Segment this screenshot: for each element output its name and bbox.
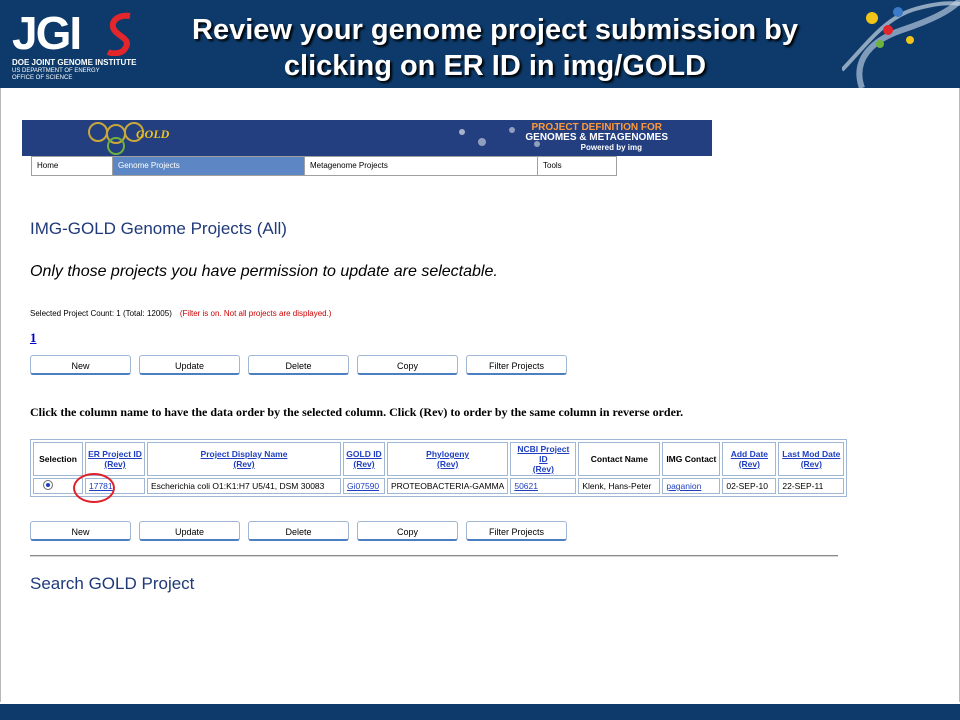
col-img-contact: IMG Contact xyxy=(662,442,721,476)
slide-title: Review your genome project submission by… xyxy=(160,12,830,84)
permission-note: Only those projects you have permission … xyxy=(30,263,498,280)
col-phylogeny-label[interactable]: Phylogeny xyxy=(426,449,469,459)
dna-helix-icon xyxy=(842,0,960,88)
search-gold-project-heading: Search GOLD Project xyxy=(30,574,195,593)
jgi-logo: JGI DOE JOINT GENOME INSTITUTE US DEPART… xyxy=(8,8,158,84)
filter-projects-button[interactable]: Filter Projects xyxy=(466,355,567,375)
row-contact: Klenk, Hans-Peter xyxy=(578,478,661,494)
col-ncbi-project-id-rev[interactable]: (Rev) xyxy=(513,464,573,474)
update-button[interactable]: Update xyxy=(139,355,240,375)
col-er-project-id-label[interactable]: ER Project ID xyxy=(88,449,142,459)
nav-bar: Home Genome Projects Metagenome Projects… xyxy=(31,156,617,176)
bottom-button-row: New Update Delete Copy Filter Projects xyxy=(30,521,570,543)
slide-content-frame xyxy=(0,88,960,702)
highlight-circle xyxy=(73,473,115,503)
gold-banner: GOLD PROJECT DEFINITION FOR GENOMES & ME… xyxy=(22,120,712,156)
delete-button[interactable]: Delete xyxy=(248,355,349,375)
doe-line: US DEPARTMENT OF ENERGY xyxy=(12,68,100,74)
row-phylogeny: PROTEOBACTERIA-GAMMA xyxy=(387,478,509,494)
col-add-date-label[interactable]: Add Date xyxy=(731,449,768,459)
jgi-wordmark: JGI xyxy=(12,7,82,59)
sort-instruction: Click the column name to have the data o… xyxy=(30,405,684,419)
row-ncbi-id: 50621 xyxy=(510,478,577,494)
new-button[interactable]: New xyxy=(30,521,131,541)
copy-button[interactable]: Copy xyxy=(357,355,458,375)
tab-tools[interactable]: Tools xyxy=(538,157,616,175)
slide-title-line1: Review your genome project submission by xyxy=(192,14,798,46)
office-line: OFFICE OF SCIENCE xyxy=(12,75,73,81)
delete-button[interactable]: Delete xyxy=(248,521,349,541)
tab-genome-projects[interactable]: Genome Projects xyxy=(113,157,305,175)
banner-line3: Powered by img xyxy=(580,143,642,152)
table-header-row: Selection ER Project ID (Rev) Project Dis… xyxy=(33,442,845,476)
slide-footer xyxy=(0,704,960,720)
new-button[interactable]: New xyxy=(30,355,131,375)
col-phylogeny[interactable]: Phylogeny (Rev) xyxy=(387,442,509,476)
projects-table: Selection ER Project ID (Rev) Project Dis… xyxy=(30,439,848,497)
project-count: Selected Project Count: 1 (Total: 12005)… xyxy=(30,309,331,318)
update-button[interactable]: Update xyxy=(139,521,240,541)
col-last-mod-date-rev[interactable]: (Rev) xyxy=(781,459,841,469)
slide-title-line2: clicking on ER ID in img/GOLD xyxy=(283,50,707,82)
col-selection: Selection xyxy=(33,442,83,476)
row-add-date: 02-SEP-10 xyxy=(722,478,777,494)
col-last-mod-date-label[interactable]: Last Mod Date xyxy=(782,449,840,459)
col-er-project-id[interactable]: ER Project ID (Rev) xyxy=(85,442,145,476)
col-last-mod-date[interactable]: Last Mod Date (Rev) xyxy=(778,442,845,476)
col-gold-id[interactable]: GOLD ID (Rev) xyxy=(343,442,385,476)
page-link-1[interactable]: 1 xyxy=(30,330,37,346)
copy-button[interactable]: Copy xyxy=(357,521,458,541)
top-button-row: New Update Delete Copy Filter Projects xyxy=(30,355,570,377)
col-add-date-rev[interactable]: (Rev) xyxy=(725,459,773,469)
col-gold-id-rev[interactable]: (Rev) xyxy=(346,459,382,469)
divider xyxy=(30,555,838,557)
banner-line2: GENOMES & METAGENOMES xyxy=(525,132,668,143)
slide-header: JGI DOE JOINT GENOME INSTITUTE US DEPART… xyxy=(0,0,960,88)
filter-projects-button[interactable]: Filter Projects xyxy=(466,521,567,541)
col-display-name[interactable]: Project Display Name (Rev) xyxy=(147,442,341,476)
row-display-name: Escherichia coli O1:K1:H7 U5/41, DSM 300… xyxy=(147,478,341,494)
col-er-project-id-rev[interactable]: (Rev) xyxy=(88,459,142,469)
tab-metagenome-projects[interactable]: Metagenome Projects xyxy=(305,157,538,175)
col-ncbi-project-id[interactable]: NCBI Project ID (Rev) xyxy=(510,442,577,476)
gold-id-link[interactable]: Gi07590 xyxy=(347,481,379,491)
jgi-subtitle: DOE JOINT GENOME INSTITUTE xyxy=(12,58,137,67)
row-img-contact: paganion xyxy=(662,478,721,494)
ncbi-project-id-link[interactable]: 50621 xyxy=(514,481,538,491)
col-contact-name: Contact Name xyxy=(578,442,661,476)
col-ncbi-project-id-label[interactable]: NCBI Project ID xyxy=(517,444,569,464)
img-contact-link[interactable]: paganion xyxy=(666,481,701,491)
col-gold-id-label[interactable]: GOLD ID xyxy=(346,449,381,459)
col-add-date[interactable]: Add Date (Rev) xyxy=(722,442,777,476)
col-display-name-label[interactable]: Project Display Name xyxy=(201,449,288,459)
col-display-name-rev[interactable]: (Rev) xyxy=(150,459,338,469)
col-phylogeny-rev[interactable]: (Rev) xyxy=(390,459,505,469)
table-row: 17781 Escherichia coli O1:K1:H7 U5/41, D… xyxy=(33,478,845,494)
row-mod-date: 22-SEP-11 xyxy=(778,478,845,494)
filter-warning: (Filter is on. Not all projects are disp… xyxy=(179,309,332,318)
tab-home[interactable]: Home xyxy=(32,157,113,175)
page-title: IMG-GOLD Genome Projects (All) xyxy=(30,219,287,238)
gold-label: GOLD xyxy=(136,127,170,141)
selected-count: Selected Project Count: 1 (Total: 12005) xyxy=(30,309,172,318)
row-radio-button[interactable] xyxy=(43,480,53,490)
row-gold-id: Gi07590 xyxy=(343,478,385,494)
jgi-swoosh-icon xyxy=(106,12,131,56)
